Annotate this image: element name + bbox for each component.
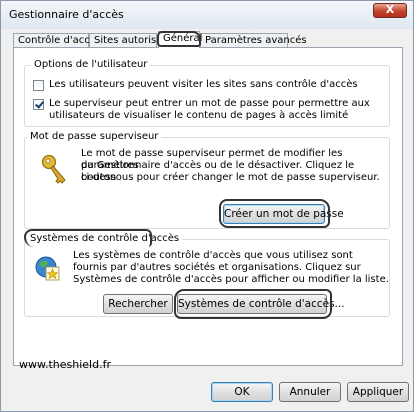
supervisor-password-label-line2: utilisateurs de visualiser le contenu de… — [49, 110, 349, 121]
globe-certificate-icon — [33, 254, 61, 282]
close-button[interactable]: X — [373, 3, 407, 18]
window-title: Gestionnaire d'accès — [9, 8, 124, 21]
title-bar[interactable]: Gestionnaire d'accès X — [1, 1, 413, 29]
cancel-button[interactable]: Annuler — [279, 382, 341, 402]
visit-without-control-checkbox[interactable] — [33, 80, 44, 91]
search-button[interactable]: Rechercher — [103, 294, 173, 314]
access-systems-button-annotation — [174, 289, 332, 319]
visit-without-control-label: Les utilisateurs peuvent visiter les sit… — [49, 79, 358, 90]
ok-button[interactable]: OK — [211, 382, 273, 402]
supervisor-password-label-line1: Le superviseur peut entrer un mot de pas… — [49, 98, 370, 109]
access-manager-window: Gestionnaire d'accès X Contrôle d'accès … — [0, 0, 414, 412]
access-systems-title-annotation — [24, 229, 152, 247]
access-systems-desc-line3: Systèmes de contrôle d'accès pour affich… — [73, 274, 389, 285]
create-password-highlight-annotation — [219, 199, 330, 228]
general-panel: Options de l'utilisateur Les utilisateur… — [13, 47, 403, 366]
tab-advanced-settings[interactable]: Paramètres avancés — [200, 33, 307, 47]
tab-general[interactable]: Général — [157, 31, 202, 48]
tab-highlight-annotation — [157, 31, 201, 47]
tab-access-control[interactable]: Contrôle d'accès — [13, 33, 101, 47]
close-icon: X — [385, 3, 395, 16]
watermark-url: www.theshield.fr — [19, 358, 111, 371]
supervisor-password-title: Mot de passe superviseur — [27, 131, 162, 142]
access-systems-group: Systèmes de contrôle d'accès Les système… — [24, 229, 390, 319]
apply-button[interactable]: Appliquer — [347, 382, 409, 402]
user-options-group: Options de l'utilisateur Les utilisateur… — [24, 59, 390, 127]
user-options-title: Options de l'utilisateur — [31, 59, 151, 70]
tab-allowed-sites[interactable]: Sites autorisés — [89, 33, 168, 47]
access-systems-desc-line1: Les systèmes de contrôle d'accès que vou… — [73, 250, 353, 261]
key-icon — [41, 154, 69, 186]
access-systems-desc-line2: fournis par d'autres sociétés et organis… — [73, 262, 361, 273]
supervisor-password-group: Mot de passe superviseur Le mot de passe… — [24, 131, 390, 229]
supervisor-desc-line3: ci-dessous pour créer changer le mot de … — [81, 172, 380, 183]
supervisor-password-checkbox[interactable] — [33, 99, 44, 110]
